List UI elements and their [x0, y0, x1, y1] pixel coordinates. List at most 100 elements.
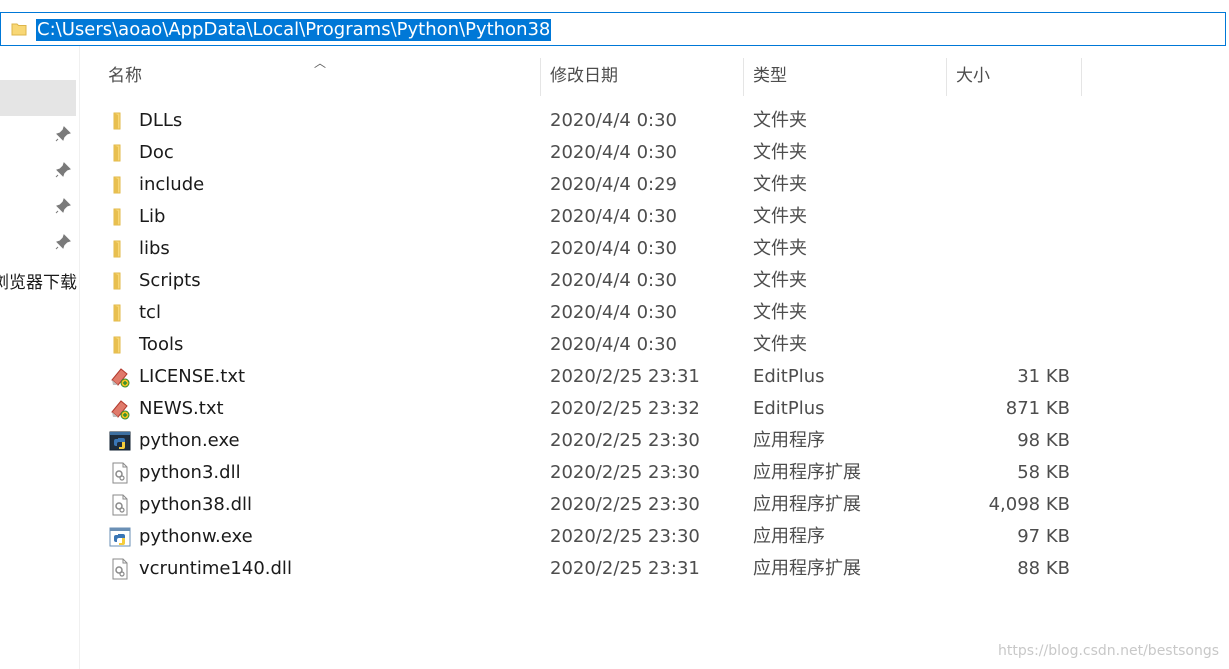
file-type: 文件夹: [753, 110, 807, 131]
column-divider[interactable]: [540, 58, 541, 96]
file-name: DLLs: [139, 110, 183, 131]
file-size: 871 KB: [1005, 398, 1070, 419]
file-date: 2020/4/4 0:30: [550, 238, 677, 259]
column-divider[interactable]: [946, 58, 947, 96]
folder-icon: [109, 174, 131, 196]
watermark: https://blog.csdn.net/bestsongs: [998, 643, 1219, 659]
pin-icon: [55, 126, 71, 142]
nav-selected-item[interactable]: [0, 80, 76, 116]
file-row[interactable]: libs 2020/4/4 0:30 文件夹: [96, 233, 1096, 265]
file-row[interactable]: python.exe 2020/2/25 23:30 应用程序 98 KB: [96, 425, 1096, 457]
file-type: 应用程序扩展: [753, 462, 861, 483]
file-date: 2020/4/4 0:30: [550, 110, 677, 131]
file-row[interactable]: Lib 2020/4/4 0:30 文件夹: [96, 201, 1096, 233]
file-name: tcl: [139, 302, 161, 323]
file-type: 应用程序扩展: [753, 494, 861, 515]
navigation-pane[interactable]: 浏览器下载: [0, 46, 78, 669]
file-name: NEWS.txt: [139, 398, 224, 419]
file-date: 2020/2/25 23:30: [550, 494, 700, 515]
file-date: 2020/4/4 0:30: [550, 270, 677, 291]
file-size: 97 KB: [1017, 526, 1070, 547]
column-divider[interactable]: [1081, 58, 1082, 96]
file-type: 文件夹: [753, 174, 807, 195]
column-header: 名称 修改日期 类型 大小: [96, 56, 1096, 96]
file-size: 58 KB: [1017, 462, 1070, 483]
column-header-date[interactable]: 修改日期: [550, 56, 618, 96]
file-row[interactable]: pythonw.exe 2020/2/25 23:30 应用程序 97 KB: [96, 521, 1096, 553]
file-type: 文件夹: [753, 334, 807, 355]
file-row[interactable]: NEWS.txt 2020/2/25 23:32 EditPlus 871 KB: [96, 393, 1096, 425]
file-date: 2020/4/4 0:30: [550, 142, 677, 163]
folder-icon: [109, 206, 131, 228]
file-type: 文件夹: [753, 238, 807, 259]
pane-divider: [79, 46, 80, 669]
column-header-size[interactable]: 大小: [956, 56, 990, 96]
pin-icon: [55, 234, 71, 250]
file-row[interactable]: Doc 2020/4/4 0:30 文件夹: [96, 137, 1096, 169]
file-name: python3.dll: [139, 462, 241, 483]
file-name: python38.dll: [139, 494, 253, 515]
file-size: 4,098 KB: [988, 494, 1070, 515]
column-divider[interactable]: [743, 58, 744, 96]
python-exe-icon: [109, 430, 131, 452]
file-name: Tools: [139, 334, 184, 355]
address-bar[interactable]: C:\Users\aoao\AppData\Local\Programs\Pyt…: [0, 12, 1226, 46]
file-name: LICENSE.txt: [139, 366, 246, 387]
file-type: 文件夹: [753, 206, 807, 227]
address-path[interactable]: C:\Users\aoao\AppData\Local\Programs\Pyt…: [36, 19, 552, 41]
file-date: 2020/4/4 0:30: [550, 334, 677, 355]
file-size: 88 KB: [1017, 558, 1070, 579]
file-name: vcruntime140.dll: [139, 558, 292, 579]
file-list: DLLs 2020/4/4 0:30 文件夹 Doc 2020/4/4 0:30 文件夹…: [96, 105, 1096, 585]
file-row[interactable]: tcl 2020/4/4 0:30 文件夹: [96, 297, 1096, 329]
file-size: 31 KB: [1017, 366, 1070, 387]
pythonw-exe-icon: [109, 526, 131, 548]
file-name: pythonw.exe: [139, 526, 253, 547]
file-row[interactable]: Scripts 2020/4/4 0:30 文件夹: [96, 265, 1096, 297]
folder-icon: [109, 110, 131, 132]
dll-file-icon: [109, 558, 131, 580]
file-name: Doc: [139, 142, 174, 163]
file-row[interactable]: python38.dll 2020/2/25 23:30 应用程序扩展 4,098 K…: [96, 489, 1096, 521]
file-type: 应用程序扩展: [753, 558, 861, 579]
file-name: include: [139, 174, 205, 195]
file-type: EditPlus: [753, 398, 825, 419]
file-name: libs: [139, 238, 170, 259]
folder-icon: [11, 23, 27, 36]
file-name: Scripts: [139, 270, 201, 291]
pin-icon: [55, 162, 71, 178]
folder-icon: [109, 270, 131, 292]
file-row[interactable]: vcruntime140.dll 2020/2/25 23:31 应用程序扩展 88 …: [96, 553, 1096, 585]
file-name: Lib: [139, 206, 166, 227]
folder-icon: [109, 238, 131, 260]
file-date: 2020/4/4 0:29: [550, 174, 677, 195]
file-date: 2020/4/4 0:30: [550, 302, 677, 323]
file-type: 应用程序: [753, 430, 825, 451]
dll-file-icon: [109, 462, 131, 484]
file-date: 2020/2/25 23:30: [550, 462, 700, 483]
file-row[interactable]: include 2020/4/4 0:29 文件夹: [96, 169, 1096, 201]
file-row[interactable]: Tools 2020/4/4 0:30 文件夹: [96, 329, 1096, 361]
file-row[interactable]: python3.dll 2020/2/25 23:30 应用程序扩展 58 KB: [96, 457, 1096, 489]
file-type: 文件夹: [753, 270, 807, 291]
file-type: 文件夹: [753, 302, 807, 323]
file-date: 2020/4/4 0:30: [550, 206, 677, 227]
file-date: 2020/2/25 23:30: [550, 430, 700, 451]
editplus-file-icon: [109, 398, 131, 420]
file-type: 文件夹: [753, 142, 807, 163]
nav-item-browser-downloads[interactable]: 浏览器下载: [0, 268, 77, 293]
file-date: 2020/2/25 23:31: [550, 558, 700, 579]
column-header-type[interactable]: 类型: [753, 56, 787, 96]
file-date: 2020/2/25 23:30: [550, 526, 700, 547]
file-row[interactable]: LICENSE.txt 2020/2/25 23:31 EditPlus 31 KB: [96, 361, 1096, 393]
pin-icon: [55, 198, 71, 214]
folder-icon: [109, 334, 131, 356]
editplus-file-icon: [109, 366, 131, 388]
file-size: 98 KB: [1017, 430, 1070, 451]
file-date: 2020/2/25 23:31: [550, 366, 700, 387]
file-name: python.exe: [139, 430, 240, 451]
file-row[interactable]: DLLs 2020/4/4 0:30 文件夹: [96, 105, 1096, 137]
folder-icon: [109, 302, 131, 324]
column-header-name[interactable]: 名称: [108, 56, 142, 96]
file-type: 应用程序: [753, 526, 825, 547]
